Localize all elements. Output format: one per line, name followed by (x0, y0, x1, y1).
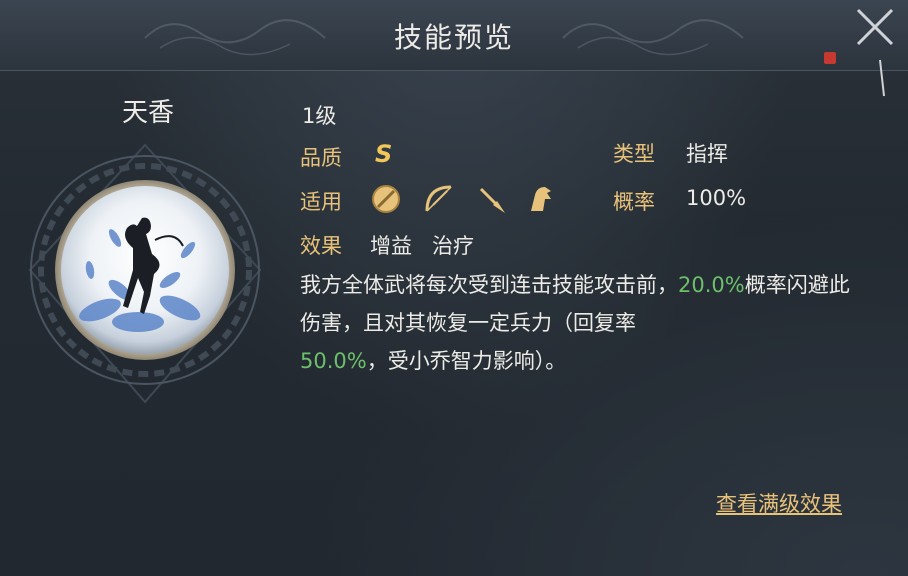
spear-unit-icon (479, 187, 505, 213)
dodge-chance-value: 20.0% (678, 273, 745, 297)
rate-label: 概率 (613, 190, 655, 214)
quality-value: S (375, 140, 393, 168)
effect-label: 效果 (300, 234, 342, 258)
description-text-1: 我方全体武将每次受到连击技能攻击前， (300, 273, 678, 297)
apply-label: 适用 (300, 190, 342, 214)
effect-tag-heal: 治疗 (432, 234, 474, 258)
hero-name: 天香 (121, 98, 174, 128)
shield-unit-icon (372, 185, 400, 213)
skill-medallion (28, 143, 262, 404)
game-logo (788, 4, 900, 100)
header-bar: 技能预览 (0, 0, 908, 71)
page-title: 技能预览 (393, 21, 514, 54)
rate-value: 100% (686, 186, 747, 210)
view-full-level-effect-link[interactable]: 查看满级效果 (716, 488, 842, 518)
type-value: 指挥 (686, 142, 728, 166)
skill-level: 1级 (302, 104, 337, 128)
heal-rate-value: 50.0% (300, 349, 367, 373)
bow-unit-icon (425, 185, 452, 212)
skill-preview-panel: 技能预览 天香 1级 品质 S 类型 指挥 适用 概率 100% 效果 增益 治… (0, 0, 908, 576)
crossed-swords-icon (856, 8, 894, 97)
logo-seal (824, 52, 836, 64)
skill-description: 我方全体武将每次受到连击技能攻击前，20.0%概率闪避此伤害，且对其恢复一定兵力… (300, 266, 870, 380)
type-label: 类型 (613, 142, 655, 166)
description-text-3: ，受小乔智力影响）。 (366, 349, 567, 373)
quality-label: 品质 (300, 146, 342, 170)
effect-tag-buff: 增益 (370, 234, 412, 258)
cavalry-unit-icon (531, 187, 551, 211)
